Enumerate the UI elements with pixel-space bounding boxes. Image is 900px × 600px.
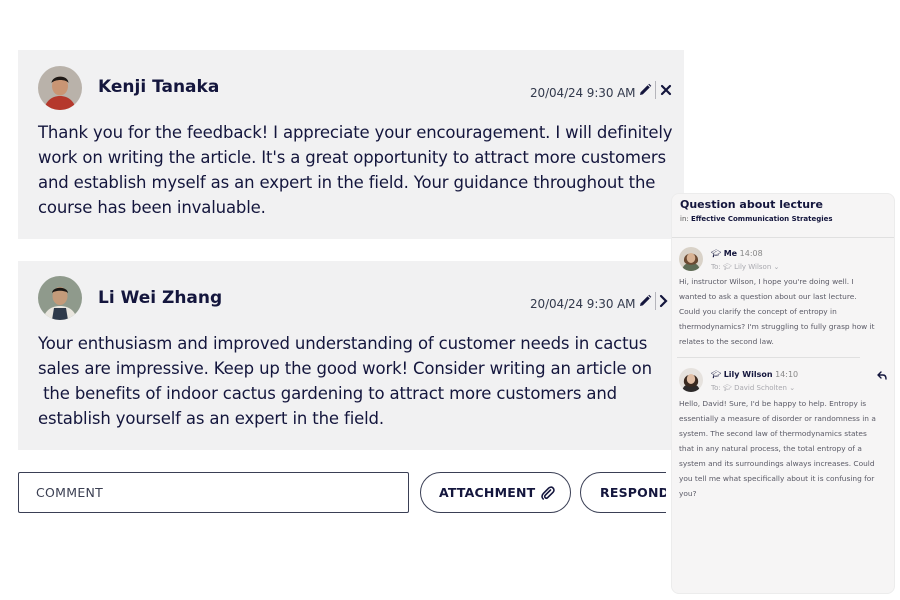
pencil-icon[interactable] — [638, 294, 652, 308]
chevron-right-icon[interactable] — [659, 294, 669, 308]
chevron-down-icon: ⌄ — [789, 384, 796, 392]
avatar-photo-icon — [38, 66, 82, 110]
lecture-question-panel: Question about lecture in: Effective Com… — [671, 193, 895, 594]
message-recipient[interactable]: To: 🎓︎ David Scholten ⌄ — [711, 384, 795, 392]
close-icon[interactable] — [659, 83, 673, 97]
divider — [677, 357, 860, 358]
icon-divider — [655, 292, 656, 310]
respond-button-label: RESPOND — [600, 485, 670, 500]
comment-author: Li Wei Zhang — [98, 288, 223, 308]
comment-text: Thank you for the feedback! I appreciate… — [38, 123, 673, 217]
divider — [672, 237, 894, 238]
recipient-name: David Scholten — [734, 384, 787, 392]
avatar[interactable] — [679, 247, 703, 271]
panel-title: Question about lecture — [680, 198, 823, 211]
message-recipient[interactable]: To: 🎓︎ Lily Wilson ⌄ — [711, 263, 779, 271]
message-text: Hello, David! Sure, I'd be happy to help… — [679, 399, 876, 498]
avatar[interactable] — [38, 66, 82, 110]
panel-course-name[interactable]: Effective Communication Strategies — [691, 215, 833, 223]
comment-author: Kenji Tanaka — [98, 77, 220, 97]
recipient-name: Lily Wilson — [734, 263, 772, 271]
comment-card: Li Wei Zhang 20/04/24 9:30 AM Your enthu… — [18, 261, 684, 450]
avatar[interactable] — [38, 276, 82, 320]
recipient-prefix: To: — [711, 384, 721, 392]
message-header: 🎓︎ Lily Wilson 14:10 — [711, 370, 798, 379]
message-time: 14:08 — [739, 249, 763, 258]
graduation-cap-icon: 🎓︎ — [722, 384, 732, 392]
chevron-down-icon: ⌄ — [773, 263, 780, 271]
message-time: 14:10 — [775, 370, 799, 379]
recipient-prefix: To: — [711, 263, 721, 271]
reply-icon[interactable] — [877, 371, 887, 380]
avatar-photo-icon — [679, 247, 703, 271]
graduation-cap-icon: 🎓︎ — [711, 370, 722, 379]
message-sender: Lily Wilson — [723, 370, 773, 379]
comment-timestamp: 20/04/24 9:30 AM — [530, 297, 636, 311]
avatar-photo-icon — [679, 368, 703, 392]
comment-card: Kenji Tanaka 20/04/24 9:30 AM Thank you … — [18, 50, 684, 239]
paperclip-icon — [541, 485, 556, 500]
message-text: Hi, instructor Wilson, I hope you're doi… — [679, 277, 875, 346]
message-sender: Me — [723, 249, 738, 258]
panel-course-prefix: in: — [680, 215, 689, 223]
avatar-photo-icon — [38, 276, 82, 320]
attachment-button[interactable]: ATTACHMENT — [420, 472, 571, 513]
graduation-cap-icon: 🎓︎ — [711, 249, 722, 258]
comment-input[interactable] — [18, 472, 409, 513]
comment-text: Your enthusiasm and improved understandi… — [38, 334, 652, 428]
message-header: 🎓︎ Me 14:08 — [711, 249, 763, 258]
graduation-cap-icon: 🎓︎ — [722, 263, 732, 271]
avatar[interactable] — [679, 368, 703, 392]
icon-divider — [655, 81, 656, 99]
attachment-button-label: ATTACHMENT — [439, 485, 536, 500]
panel-course: in: Effective Communication Strategies — [680, 215, 833, 223]
comment-timestamp: 20/04/24 9:30 AM — [530, 86, 636, 100]
pencil-icon[interactable] — [638, 83, 652, 97]
